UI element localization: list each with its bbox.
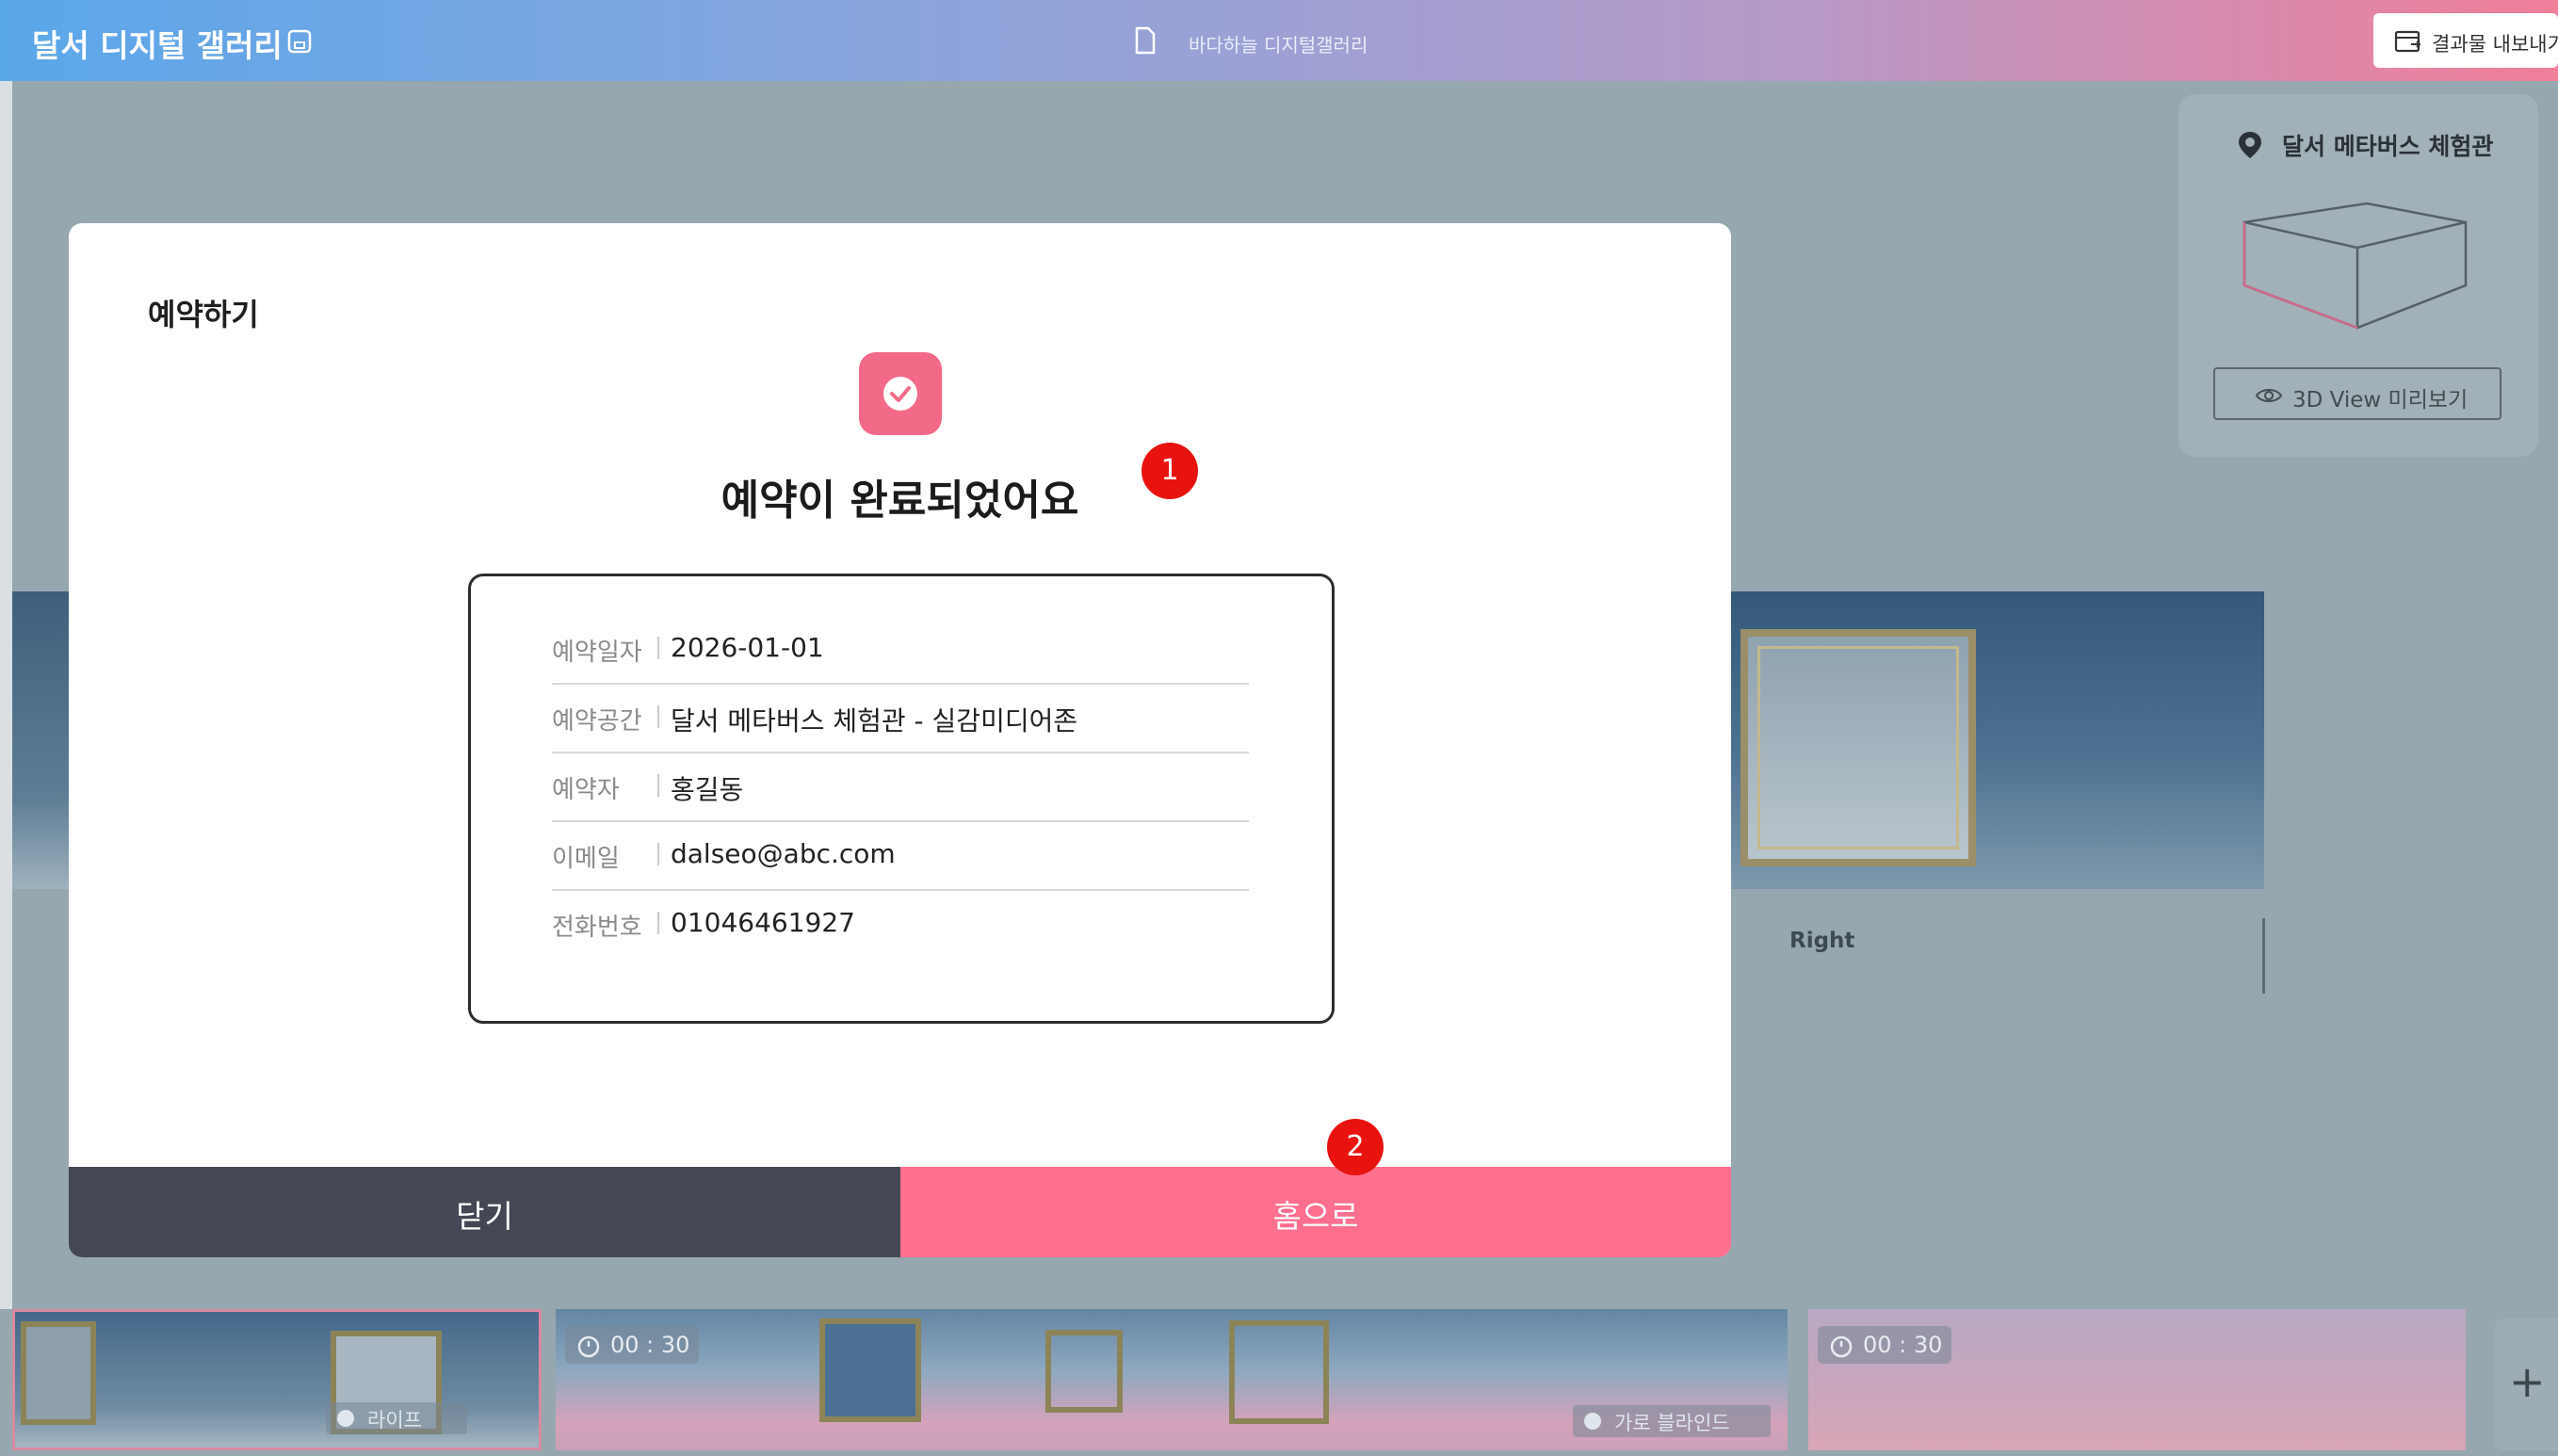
picture-frame xyxy=(21,1321,96,1425)
clip-duration-label: 00 : 30 xyxy=(1863,1332,1943,1358)
add-clip-button[interactable]: + xyxy=(2494,1318,2558,1450)
check-icon xyxy=(859,352,942,435)
clip-duration-label: 00 : 30 xyxy=(610,1332,690,1358)
clip-effect-label: 가로 블라인드 xyxy=(1614,1412,1730,1434)
effect-icon xyxy=(337,1410,354,1427)
clip-effect-label: 라이프 xyxy=(367,1409,422,1432)
app-title: 달서 디지털 갤러리 xyxy=(32,27,283,64)
separator xyxy=(657,774,659,797)
picture-frame xyxy=(819,1318,921,1422)
export-icon xyxy=(2394,30,2421,53)
export-label: 결과물 내보내기 xyxy=(2432,33,2558,56)
effect-icon xyxy=(1584,1413,1601,1430)
timeline-clip[interactable]: 00 : 30 xyxy=(1808,1309,2466,1450)
3d-view-label: 3D View 미리보기 xyxy=(2292,388,2469,413)
detail-label: 예약자 xyxy=(552,776,620,804)
separator xyxy=(657,843,659,866)
clip-duration[interactable]: 00 : 30 xyxy=(1818,1326,1951,1364)
document-icon xyxy=(1135,26,1156,55)
space-title: 달서 메타버스 체험관 xyxy=(2282,133,2494,160)
top-bar: 달서 디지털 갤러리 바다하늘 디지털갤러리 결과물 내보내기 xyxy=(0,0,2558,81)
clip-effect-badge[interactable]: 라이프 xyxy=(326,1402,467,1434)
space-preview-panel: 달서 메타버스 체험관 3D View 미리보기 xyxy=(2178,94,2538,457)
plus-icon: + xyxy=(2509,1356,2546,1407)
detail-value: 달서 메타버스 체험관 - 실감미디어존 xyxy=(671,705,1078,736)
detail-row-date: 예약일자 2026-01-01 xyxy=(552,614,1249,685)
timeline: 라이프 00 : 30 가로 블라인드 00 : 30 xyxy=(0,1309,2558,1456)
detail-value: 01046461927 xyxy=(671,907,855,938)
detail-value: 2026-01-01 xyxy=(671,632,824,663)
separator xyxy=(657,637,659,659)
timeline-clip[interactable]: 라이프 xyxy=(12,1309,542,1450)
reservation-details: 예약일자 2026-01-01 예약공간 달서 메타버스 체험관 - 실감미디어… xyxy=(468,574,1335,1024)
detail-label: 이메일 xyxy=(552,845,620,873)
divider xyxy=(2262,918,2265,994)
timer-icon xyxy=(577,1335,600,1358)
detail-row-name: 예약자 홍길동 xyxy=(552,752,1249,822)
timer-icon xyxy=(1830,1335,1853,1358)
annotation-marker-1: 1 xyxy=(1141,443,1198,499)
clip-effect-badge[interactable]: 가로 블라인드 xyxy=(1573,1405,1771,1437)
detail-label: 예약일자 xyxy=(552,639,642,667)
modal-title: 예약하기 xyxy=(148,297,259,332)
separator xyxy=(657,705,659,728)
picture-frame xyxy=(1740,629,1976,866)
close-button-label: 닫기 xyxy=(456,1198,513,1235)
scene-right-wall-image[interactable] xyxy=(1731,591,2264,889)
clip-duration[interactable]: 00 : 30 xyxy=(565,1326,699,1364)
3d-view-preview-button[interactable]: 3D View 미리보기 xyxy=(2213,367,2501,420)
close-button[interactable]: 닫기 xyxy=(69,1167,900,1257)
go-home-button[interactable]: 홈으로 xyxy=(900,1167,1731,1257)
save-icon[interactable] xyxy=(286,28,313,55)
detail-value: dalseo@abc.com xyxy=(671,838,896,869)
reservation-modal: 예약하기 예약이 완료되었어요 예약일자 2026-01-01 예약공간 달서 … xyxy=(69,223,1731,1257)
detail-label: 전화번호 xyxy=(552,914,642,942)
3d-box-icon xyxy=(2242,202,2468,330)
timeline-clip[interactable]: 00 : 30 가로 블라인드 xyxy=(556,1309,1788,1450)
detail-value: 홍길동 xyxy=(671,774,744,805)
go-home-button-label: 홈으로 xyxy=(1272,1198,1359,1235)
detail-row-email: 이메일 dalseo@abc.com xyxy=(552,820,1249,891)
annotation-marker-2: 2 xyxy=(1327,1119,1384,1175)
detail-row-space: 예약공간 달서 메타버스 체험관 - 실감미디어존 xyxy=(552,683,1249,753)
eye-icon xyxy=(2255,389,2283,402)
export-results-button[interactable]: 결과물 내보내기 xyxy=(2373,13,2558,68)
picture-frame xyxy=(1045,1330,1123,1413)
right-wall-label: Right xyxy=(1789,929,1855,953)
separator xyxy=(657,912,659,934)
detail-row-phone: 전화번호 01046461927 xyxy=(552,889,1249,958)
picture-frame xyxy=(1229,1320,1329,1424)
completion-message: 예약이 완료되었어요 xyxy=(720,477,1079,525)
detail-label: 예약공간 xyxy=(552,707,642,736)
scene-left-wall-image xyxy=(12,591,71,889)
document-name[interactable]: 바다하늘 디지털갤러리 xyxy=(1189,30,1368,57)
left-panel-edge xyxy=(0,81,12,1456)
location-pin-icon xyxy=(2239,132,2261,158)
